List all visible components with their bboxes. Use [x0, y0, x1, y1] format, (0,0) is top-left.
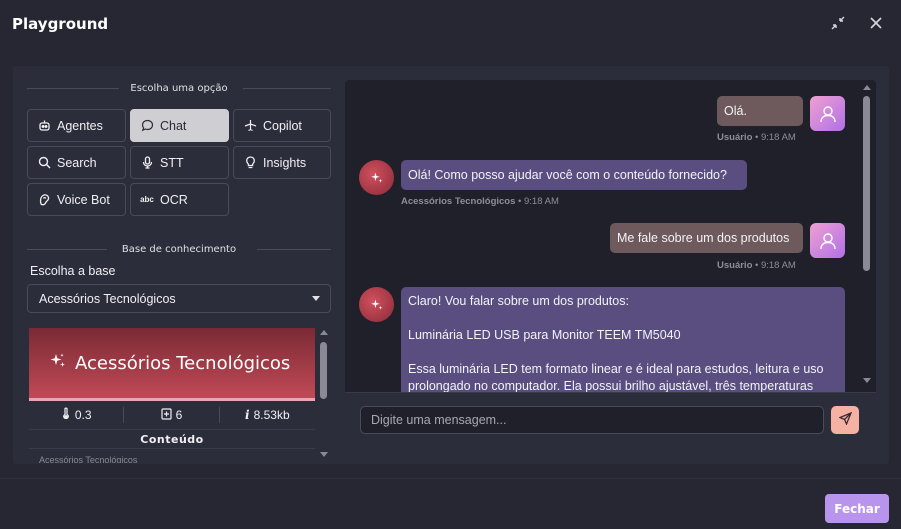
option-stt[interactable]: STT — [130, 146, 229, 179]
option-voice-bot[interactable]: Voice Bot — [27, 183, 126, 216]
knowledge-card: Acessórios Tecnológicos 0.3 6 i 8.53kb C… — [29, 328, 315, 463]
thermometer-icon — [61, 407, 71, 423]
knowledge-banner: Acessórios Tecnológicos — [29, 328, 315, 398]
lightbulb-icon — [243, 156, 257, 170]
user-avatar — [810, 223, 845, 258]
sparkle-icon — [49, 352, 67, 375]
user-message: Me fale sobre um dos produtos — [610, 223, 803, 253]
option-search[interactable]: Search — [27, 146, 126, 179]
plane-icon — [243, 119, 257, 133]
content-label: Conteúdo — [29, 429, 315, 449]
option-agentes[interactable]: Agentes — [27, 109, 126, 142]
composer — [345, 392, 876, 450]
user-message: Olá. — [717, 96, 803, 126]
option-chat[interactable]: Chat — [130, 109, 229, 142]
option-copilot[interactable]: Copilot — [233, 109, 331, 142]
chat-scrollbar[interactable] — [862, 85, 872, 385]
options-grid: Agentes Chat Copilot Search STT Insights… — [27, 109, 331, 216]
user-avatar — [810, 96, 845, 131]
bot-avatar — [359, 287, 394, 322]
knowledge-scrollbar[interactable] — [319, 330, 329, 464]
document-plus-icon — [161, 407, 172, 423]
message-meta: Usuário • 9:18 AM — [717, 132, 796, 143]
voice-icon — [37, 193, 51, 207]
documents-stat: 6 — [124, 407, 220, 423]
modal-title: Playground — [12, 15, 109, 33]
chat-panel: Olá. Usuário • 9:18 AM Olá! Como posso a… — [345, 80, 876, 450]
knowledge-heading: Base de conhecimento — [27, 239, 331, 259]
playground-modal: Playground Escolha uma opção Agentes Cha… — [0, 0, 901, 529]
knowledge-stats: 0.3 6 i 8.53kb — [29, 401, 315, 429]
modal-header: Playground — [0, 0, 901, 48]
content-preview: Acessórios Tecnológicos — [39, 455, 138, 463]
microphone-icon — [140, 156, 154, 170]
knowledge-banner-title: Acessórios Tecnológicos — [75, 352, 291, 374]
abc-icon: abc — [140, 195, 154, 204]
send-icon — [837, 411, 852, 428]
temperature-stat: 0.3 — [29, 407, 125, 423]
chevron-down-icon — [312, 296, 320, 301]
bot-message: Olá! Como posso ajudar você com o conteú… — [401, 160, 747, 190]
search-icon — [37, 156, 51, 170]
bot-avatar — [359, 160, 394, 195]
message-list: Olá. Usuário • 9:18 AM Olá! Como posso a… — [345, 80, 876, 392]
size-stat: i 8.53kb — [245, 408, 290, 422]
minimize-icon[interactable] — [827, 12, 849, 34]
bot-message-long: Claro! Vou falar sobre um dos produtos: … — [401, 287, 845, 392]
message-meta: Acessórios Tecnológicos • 9:18 AM — [401, 196, 559, 207]
knowledge-select[interactable]: Acessórios Tecnológicos — [27, 284, 331, 313]
message-input[interactable] — [360, 406, 824, 434]
close-button[interactable]: Fechar — [825, 494, 889, 523]
option-ocr[interactable]: abc OCR — [130, 183, 229, 216]
robot-icon — [37, 119, 51, 133]
modal-body: Escolha uma opção Agentes Chat Copilot S… — [13, 66, 889, 464]
knowledge-label: Escolha a base — [30, 264, 116, 278]
send-button[interactable] — [831, 406, 859, 434]
info-icon: i — [245, 408, 250, 422]
options-panel: Escolha uma opção Agentes Chat Copilot S… — [27, 78, 331, 463]
knowledge-select-value: Acessórios Tecnológicos — [39, 291, 176, 306]
options-heading: Escolha uma opção — [27, 78, 331, 98]
message-meta: Usuário • 9:18 AM — [717, 260, 796, 271]
chat-bubble-icon — [140, 119, 154, 133]
close-icon[interactable] — [865, 12, 887, 34]
option-insights[interactable]: Insights — [233, 146, 331, 179]
